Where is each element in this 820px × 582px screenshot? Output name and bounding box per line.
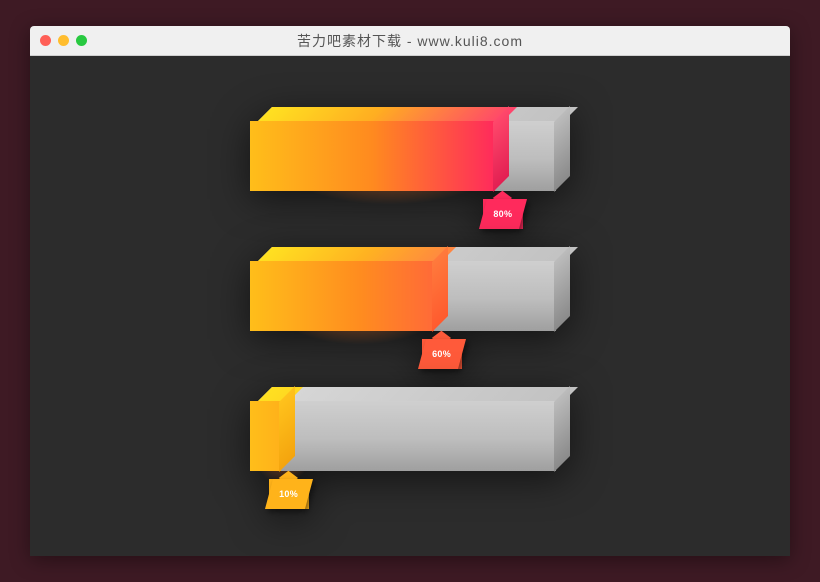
track-right-face [554, 106, 570, 192]
percent-flag: 80% [483, 199, 523, 229]
fill-front-face [250, 261, 434, 331]
maximize-icon[interactable] [76, 35, 87, 46]
fill-right-face [279, 386, 295, 472]
track-front-face [250, 401, 556, 471]
fill [250, 387, 295, 471]
close-icon[interactable] [40, 35, 51, 46]
track-right-face [554, 246, 570, 332]
bar-3d [250, 121, 570, 191]
window-controls [40, 35, 87, 46]
percent-flag: 60% [422, 339, 462, 369]
progress-bar: 10% [250, 401, 570, 471]
fill-right-face [493, 106, 509, 192]
percent-flag: 10% [269, 479, 309, 509]
stage: 80% 60% [30, 56, 790, 556]
minimize-icon[interactable] [58, 35, 69, 46]
percent-label: 10% [279, 489, 298, 499]
progress-bar: 80% [250, 121, 570, 191]
app-window: 苦力吧素材下载 - www.kuli8.com 80% [30, 26, 790, 556]
percent-label: 80% [493, 209, 512, 219]
bar-3d [250, 401, 570, 471]
fill [250, 107, 509, 191]
percent-label: 60% [432, 349, 451, 359]
fill-front-face [250, 121, 495, 191]
bar-3d [250, 261, 570, 331]
fill-front-face [250, 401, 281, 471]
track-right-face [554, 386, 570, 472]
fill-right-face [432, 246, 448, 332]
titlebar: 苦力吧素材下载 - www.kuli8.com [30, 26, 790, 56]
fill [250, 247, 448, 331]
progress-bar: 60% [250, 261, 570, 331]
window-title: 苦力吧素材下载 - www.kuli8.com [30, 31, 790, 51]
